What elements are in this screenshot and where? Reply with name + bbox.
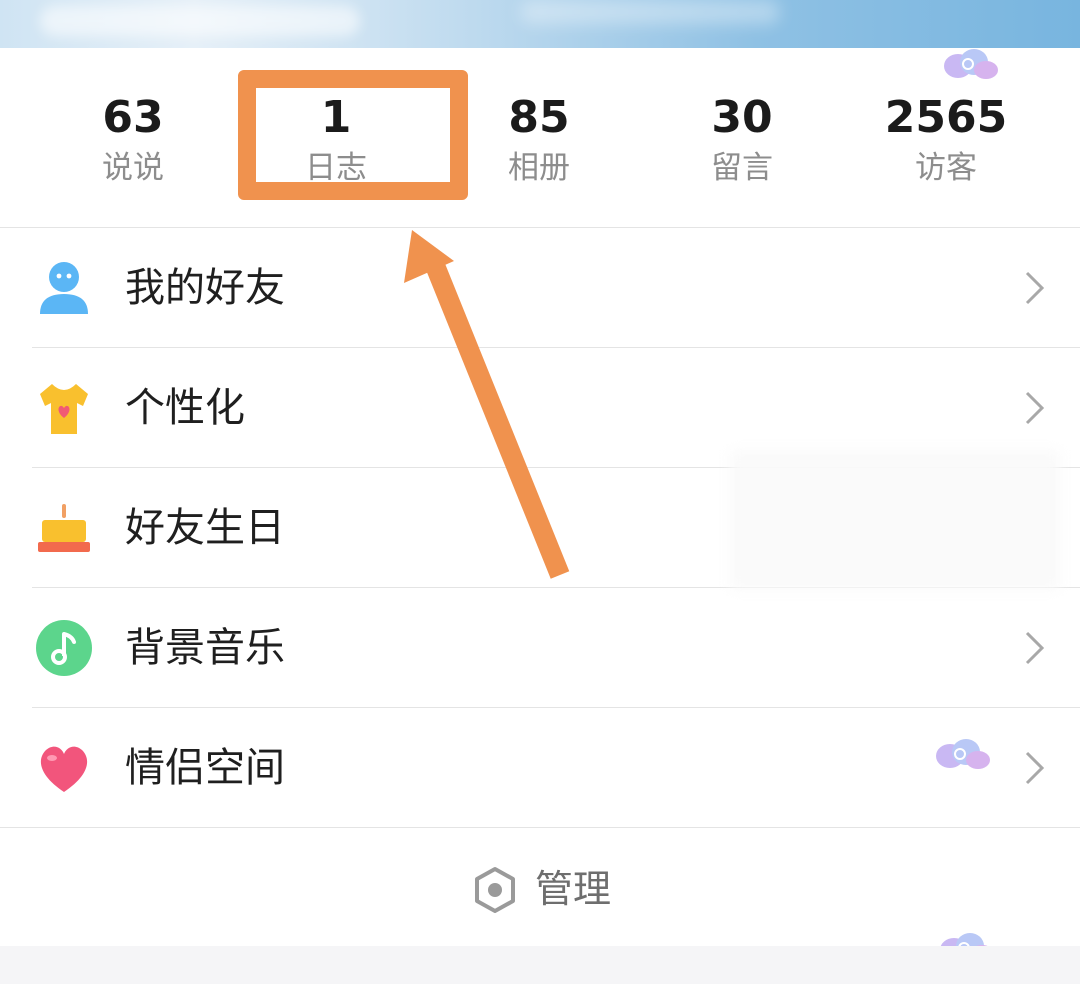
annotation-arrow-icon: [404, 230, 570, 579]
